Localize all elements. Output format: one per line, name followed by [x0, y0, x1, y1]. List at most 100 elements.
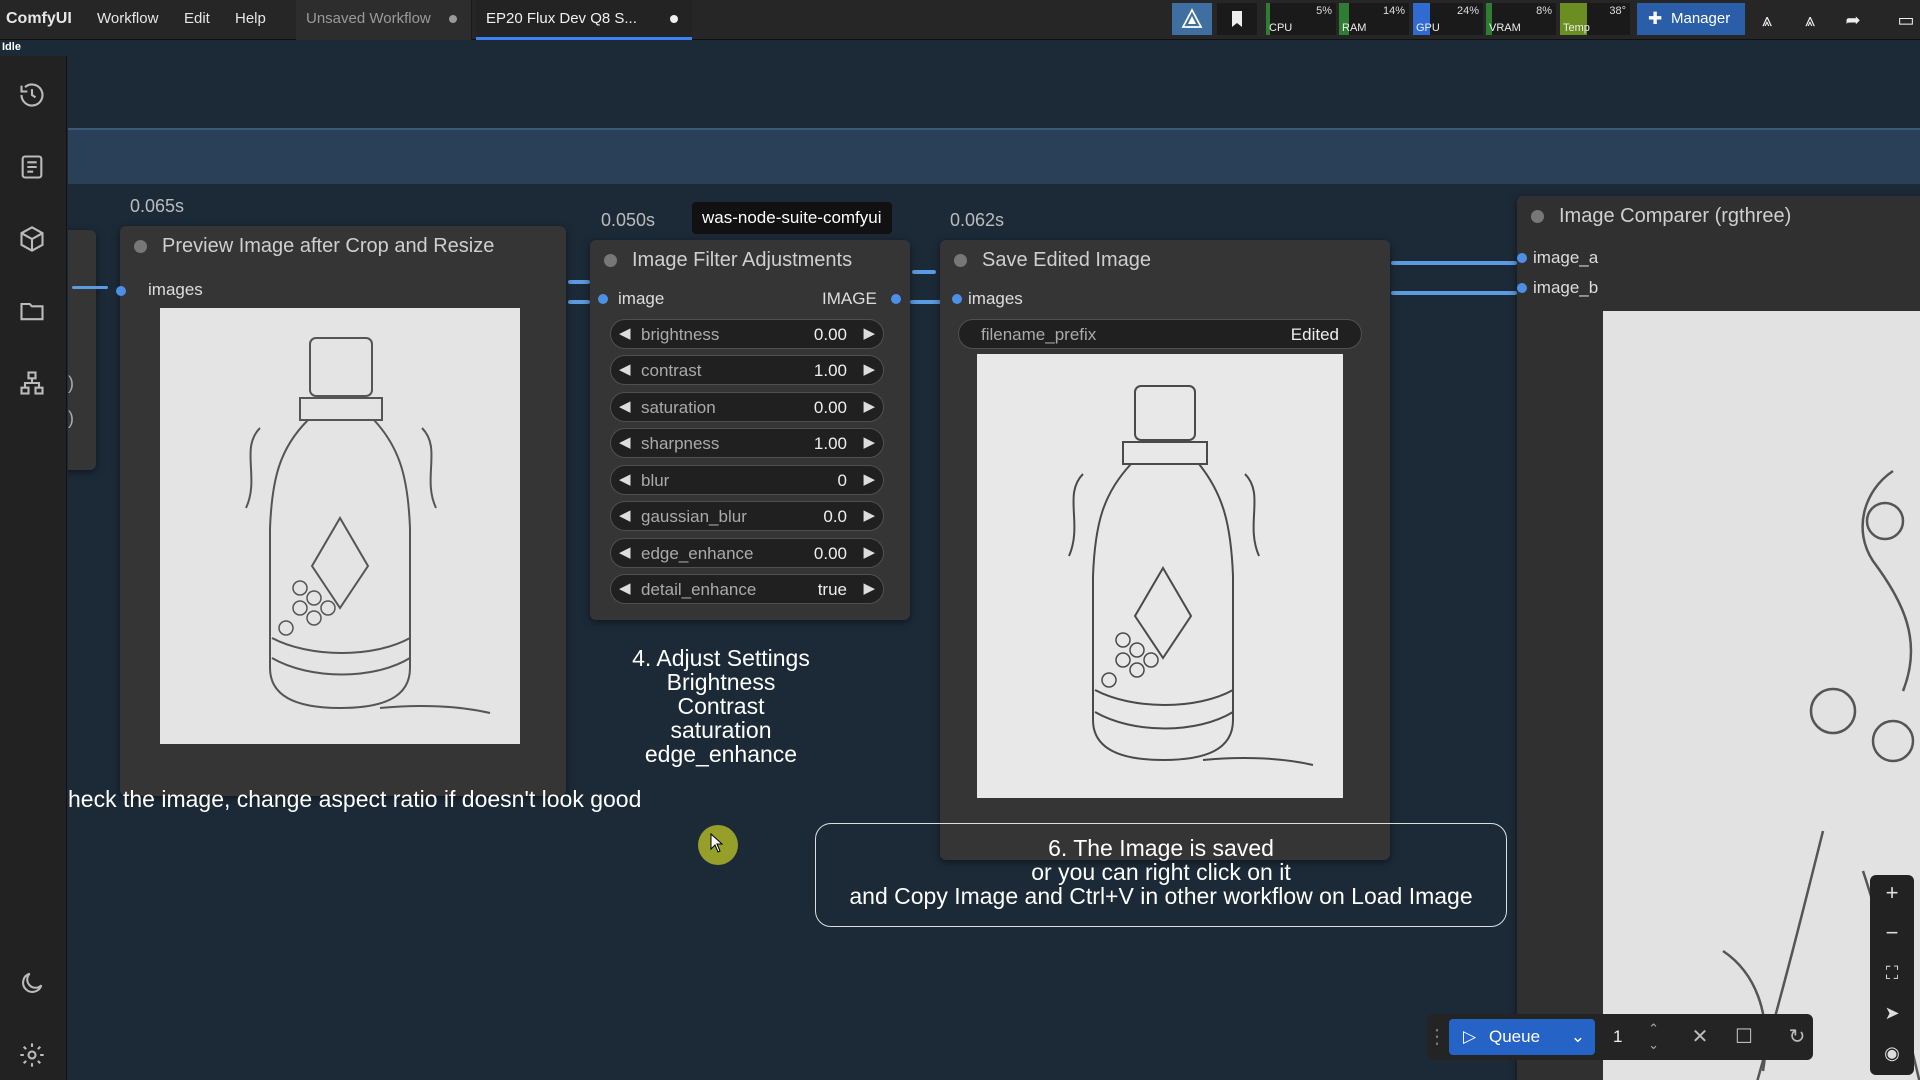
- input-slot-icon[interactable]: [1517, 253, 1527, 263]
- theme-moon-icon[interactable]: [13, 964, 51, 1002]
- node-title[interactable]: Save Edited Image: [940, 240, 1390, 280]
- increment-arrow-icon[interactable]: ▶: [863, 543, 875, 561]
- decrement-arrow-icon[interactable]: ◀: [619, 543, 631, 561]
- output-slot-icon[interactable]: [891, 294, 901, 304]
- toggle-visibility-icon[interactable]: ◉: [1878, 1039, 1906, 1067]
- widget-blur[interactable]: ◀ blur 0 ▶: [610, 465, 884, 495]
- decrement-arrow-icon[interactable]: ◀: [619, 397, 631, 415]
- input-slot-icon[interactable]: [952, 294, 962, 304]
- history-icon[interactable]: [13, 76, 51, 114]
- menu-edit[interactable]: Edit: [184, 0, 210, 40]
- note-line: or you can right click on it: [1031, 859, 1291, 885]
- input-image-b-label: image_b: [1533, 278, 1599, 297]
- zoom-out-icon[interactable]: −: [1878, 919, 1906, 947]
- gpu-label: GPU: [1416, 22, 1440, 34]
- drag-handle-icon[interactable]: ⋮: [1427, 1022, 1447, 1052]
- workflow-canvas[interactable]: ) ) 0.065s Preview Image after Crop and …: [68, 56, 1920, 1080]
- menu-workflow[interactable]: Workflow: [97, 0, 158, 40]
- manager-label: Manager: [1671, 10, 1731, 27]
- increment-arrow-icon[interactable]: ▶: [863, 470, 875, 488]
- note-line: Contrast: [677, 693, 765, 719]
- panel-toggle-icon[interactable]: ▭: [1892, 6, 1920, 34]
- offscreen-node[interactable]: [68, 230, 96, 470]
- widget-name: blur: [641, 471, 670, 490]
- input-image-a-label: image_a: [1533, 248, 1599, 267]
- wire-to-image-b: [1391, 291, 1517, 295]
- widget-contrast[interactable]: ◀ contrast 1.00 ▶: [610, 355, 884, 385]
- model-alt-icon[interactable]: ⩓: [1796, 6, 1824, 34]
- node-title[interactable]: Image Comparer (rgthree): [1517, 196, 1920, 236]
- input-slot-icon[interactable]: [598, 294, 608, 304]
- unsaved-dot-icon: [670, 15, 678, 23]
- widget-edge-enhance[interactable]: ◀ edge_enhance 0.00 ▶: [610, 538, 884, 568]
- note-check-image: heck the image, change aspect ratio if d…: [68, 786, 642, 812]
- decrement-arrow-icon[interactable]: ◀: [619, 360, 631, 378]
- wire-to-image-a: [1391, 261, 1517, 265]
- preview-image-node[interactable]: Preview Image after Crop and Resize imag…: [116, 226, 566, 796]
- increment-arrow-icon[interactable]: ▶: [863, 579, 875, 597]
- decrement-icon[interactable]: ⌄: [1648, 1027, 1659, 1063]
- tab-ep20-flux[interactable]: EP20 Flux Dev Q8 S...: [476, 0, 692, 40]
- preview-timing: 0.065s: [130, 196, 185, 216]
- image-comparer-node[interactable]: Image Comparer (rgthree) image_a image_b: [1517, 196, 1920, 1080]
- widget-detail-enhance[interactable]: ◀ detail_enhance true ▶: [610, 574, 884, 604]
- navigate-icon[interactable]: ➤: [1878, 999, 1906, 1027]
- fit-view-icon[interactable]: ⛶: [1878, 959, 1906, 987]
- node-library-icon[interactable]: [13, 364, 51, 402]
- queue-button[interactable]: ▷ Queue ⌄: [1449, 1019, 1595, 1055]
- widget-brightness[interactable]: ◀ brightness 0.00 ▶: [610, 319, 884, 349]
- bookmark-icon[interactable]: [1217, 3, 1257, 35]
- widget-gaussian-blur[interactable]: ◀ gaussian_blur 0.0 ▶: [610, 501, 884, 531]
- widget-filename-prefix[interactable]: filename_prefix Edited: [958, 319, 1362, 349]
- crystools-logo-icon[interactable]: [1172, 3, 1212, 35]
- note-line: 4. Adjust Settings: [632, 645, 810, 671]
- node-source-tooltip: was-node-suite-comfyui: [692, 202, 892, 234]
- decrement-arrow-icon[interactable]: ◀: [619, 579, 631, 597]
- increment-arrow-icon[interactable]: ▶: [863, 360, 875, 378]
- vram-label: VRAM: [1489, 22, 1521, 34]
- save-image-node[interactable]: Save Edited Image images filename_prefix…: [940, 240, 1390, 860]
- cpu-monitor: CPU 5%: [1266, 3, 1336, 35]
- note-line: 6. The Image is saved: [1048, 835, 1274, 861]
- increment-arrow-icon[interactable]: ▶: [863, 506, 875, 524]
- input-slot-icon[interactable]: [1517, 283, 1527, 293]
- node-title[interactable]: Image Filter Adjustments: [590, 240, 910, 280]
- decrement-arrow-icon[interactable]: ◀: [619, 324, 631, 342]
- filter-timing: 0.050s: [601, 210, 656, 230]
- refresh-icon[interactable]: ↻: [1782, 1022, 1812, 1052]
- manager-button[interactable]: ✚ Manager: [1637, 3, 1745, 35]
- tab-unsaved-workflow[interactable]: Unsaved Workflow: [296, 0, 472, 40]
- model-icon[interactable]: ⩓: [1753, 6, 1781, 34]
- gpu-value: 24%: [1456, 5, 1479, 17]
- share-icon[interactable]: ➦: [1839, 6, 1867, 34]
- queue-list-icon[interactable]: [13, 148, 51, 186]
- widget-sharpness[interactable]: ◀ sharpness 1.00 ▶: [610, 428, 884, 458]
- menu-help[interactable]: Help: [235, 0, 266, 40]
- queue-count-stepper[interactable]: 1 ⌃ ⌄: [1603, 1019, 1663, 1055]
- mouse-cursor-icon: [710, 833, 724, 853]
- widget-value: Edited: [1290, 325, 1339, 344]
- app-logo[interactable]: ComfyUI: [6, 0, 72, 40]
- image-filter-node[interactable]: Image Filter Adjustments image IMAGE ◀ b…: [590, 240, 910, 620]
- sidebar: [0, 56, 67, 1080]
- model-library-icon[interactable]: [13, 220, 51, 258]
- play-icon: ▷: [1463, 1027, 1477, 1046]
- decrement-arrow-icon[interactable]: ◀: [619, 470, 631, 488]
- zoom-in-icon[interactable]: +: [1878, 879, 1906, 907]
- increment-arrow-icon[interactable]: ▶: [863, 324, 875, 342]
- increment-arrow-icon[interactable]: ▶: [863, 397, 875, 415]
- widget-saturation[interactable]: ◀ saturation 0.00 ▶: [610, 392, 884, 422]
- cancel-icon[interactable]: ✕: [1685, 1022, 1715, 1052]
- cpu-value: 5%: [1316, 5, 1332, 17]
- node-title[interactable]: Preview Image after Crop and Resize: [120, 226, 566, 266]
- settings-gear-icon[interactable]: [13, 1036, 51, 1074]
- decrement-arrow-icon[interactable]: ◀: [619, 433, 631, 451]
- increment-arrow-icon[interactable]: ▶: [863, 433, 875, 451]
- widget-value: 0.00: [813, 398, 847, 417]
- decrement-arrow-icon[interactable]: ◀: [619, 506, 631, 524]
- folder-icon[interactable]: [13, 292, 51, 330]
- input-slot-icon[interactable]: [116, 286, 126, 296]
- chevron-down-icon[interactable]: ⌄: [1571, 1019, 1585, 1055]
- stop-icon[interactable]: ☐: [1729, 1022, 1759, 1052]
- top-bar: ComfyUI Workflow Edit Help Unsaved Workf…: [0, 0, 1920, 40]
